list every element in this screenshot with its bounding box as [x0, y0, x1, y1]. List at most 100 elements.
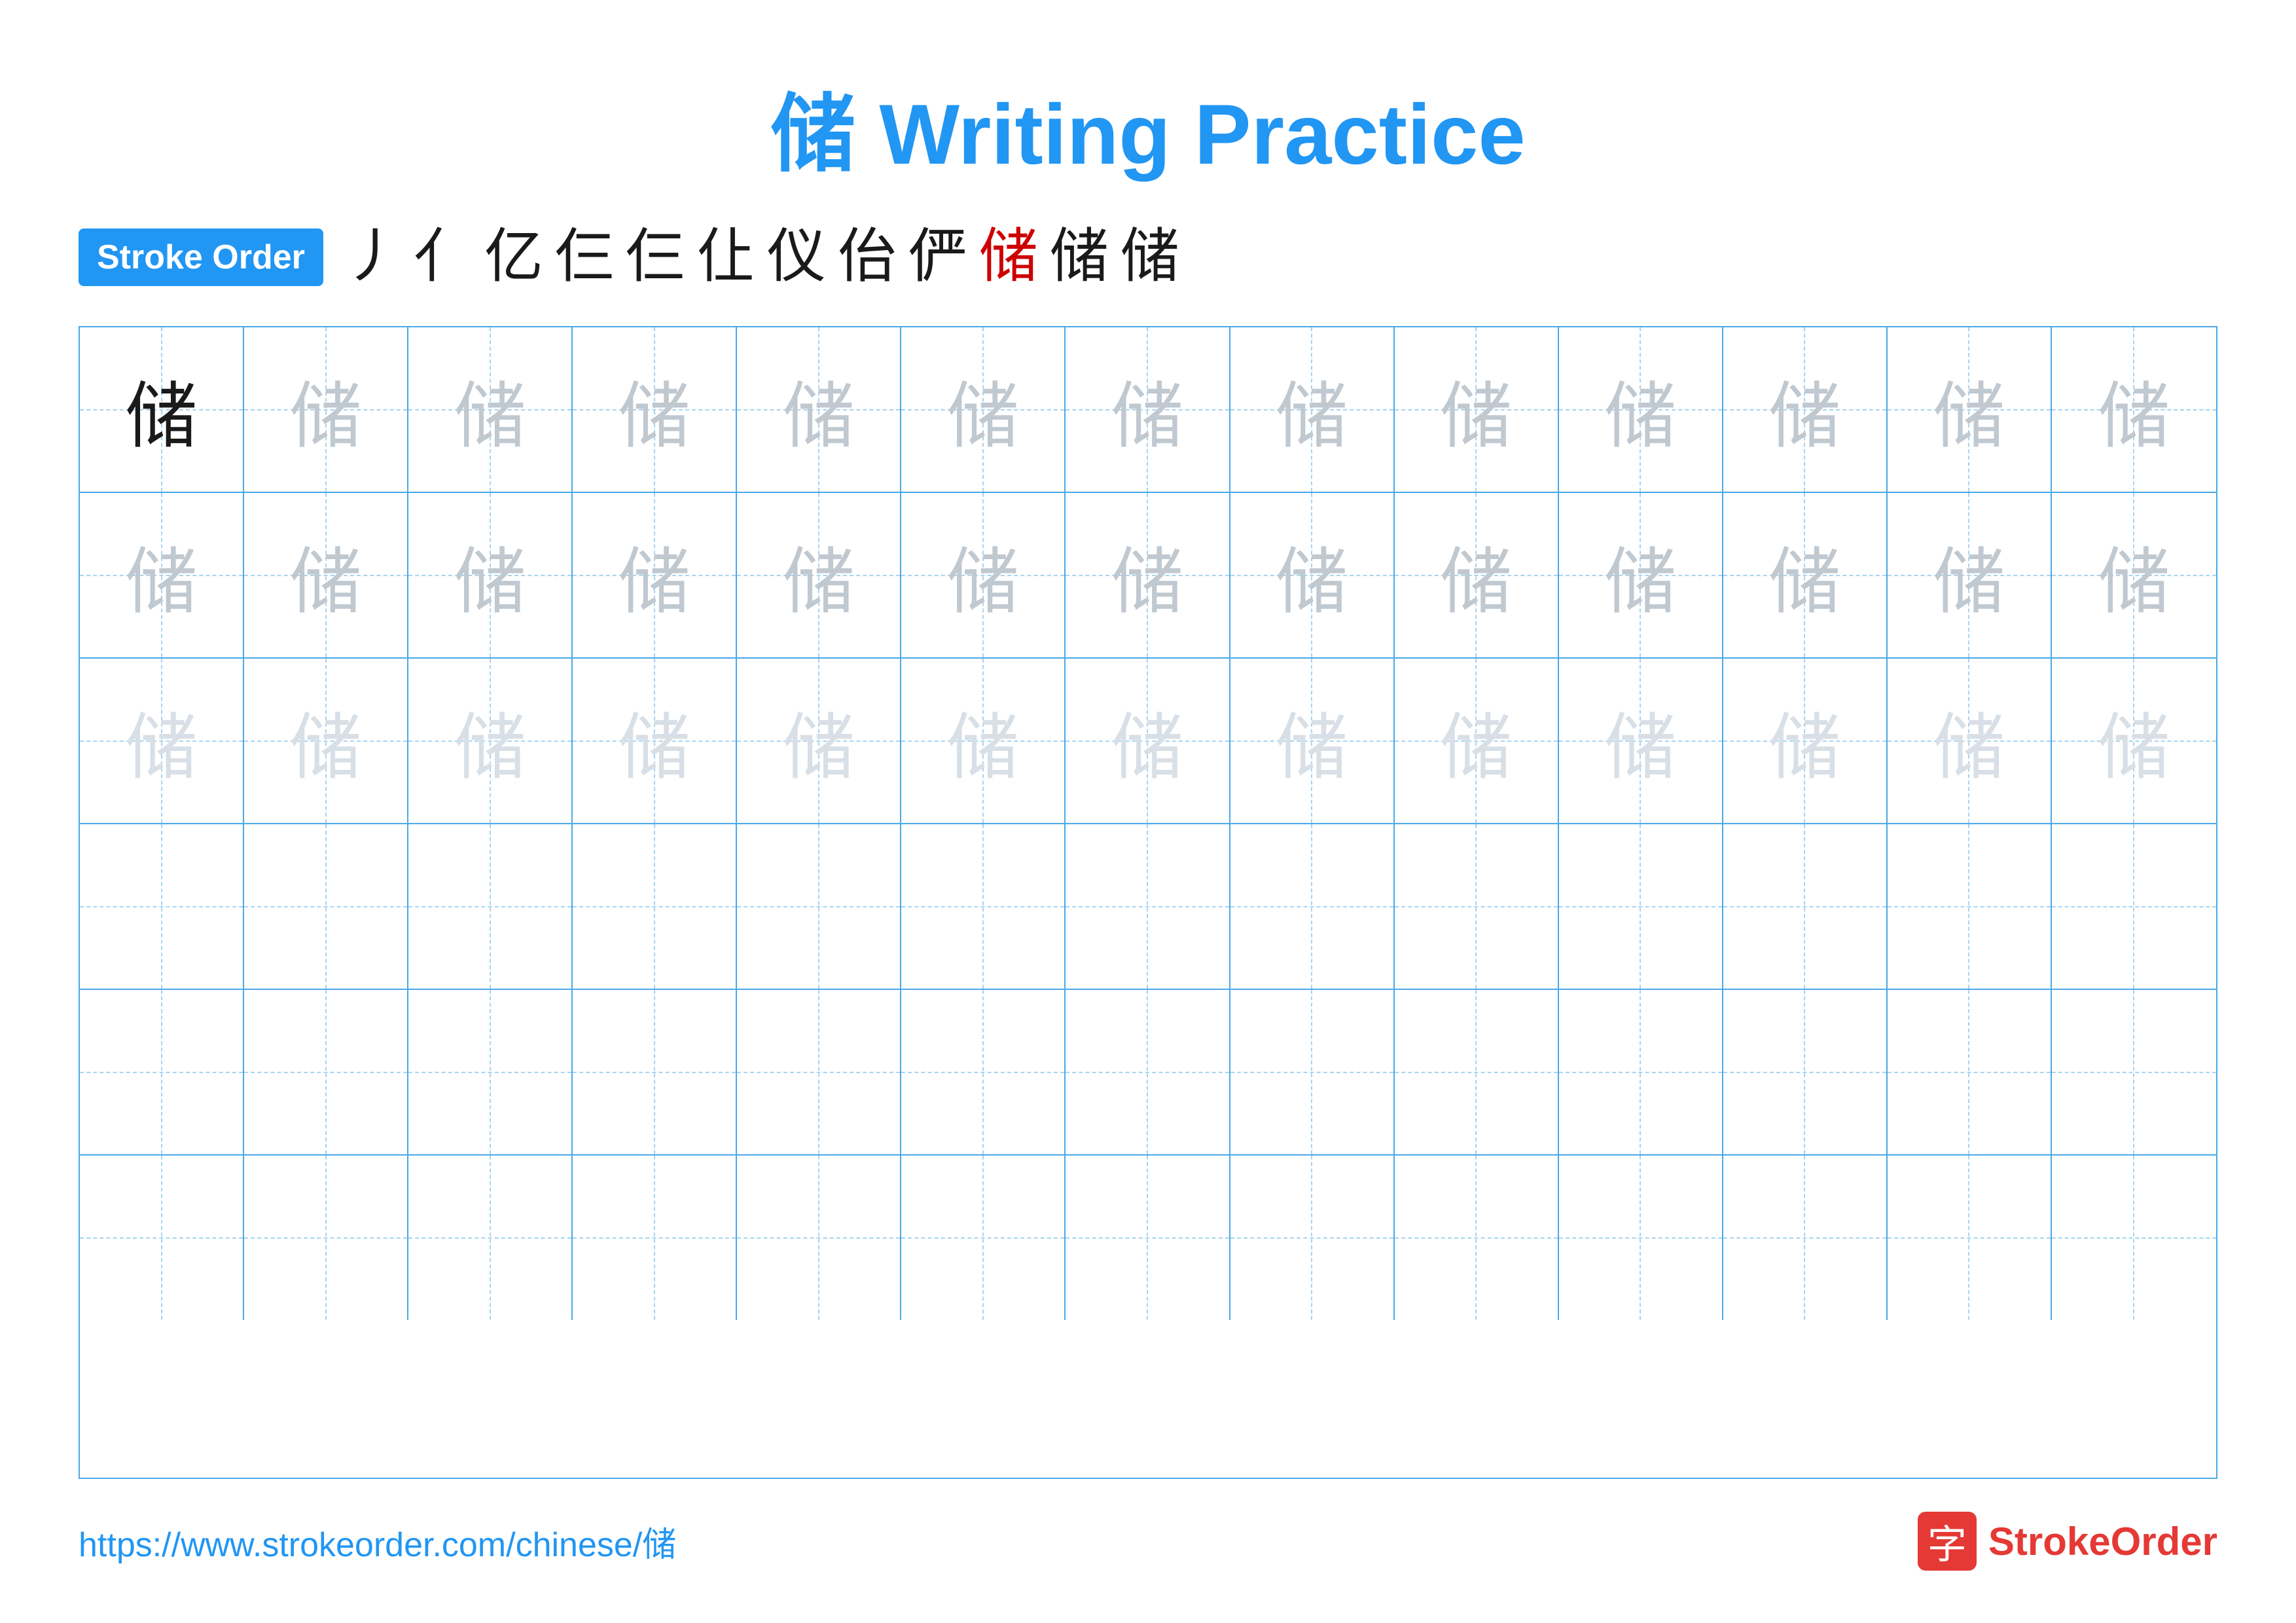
- grid-cell-2-4[interactable]: 储: [737, 659, 901, 823]
- page-title: 储 Writing Practice: [770, 65, 1525, 189]
- cell-char-2-1: 储: [290, 689, 362, 793]
- grid-cell-2-3[interactable]: 储: [573, 659, 737, 823]
- grid-cell-1-6[interactable]: 储: [1066, 493, 1230, 657]
- grid-cell-4-10[interactable]: [1723, 990, 1888, 1154]
- grid-cell-5-2[interactable]: [408, 1156, 573, 1320]
- grid-cell-1-1[interactable]: 储: [244, 493, 408, 657]
- grid-cell-5-3[interactable]: [573, 1156, 737, 1320]
- grid-cell-2-7[interactable]: 储: [1230, 659, 1395, 823]
- grid-cell-0-1[interactable]: 储: [244, 327, 408, 492]
- grid-cell-4-6[interactable]: [1066, 990, 1230, 1154]
- grid-cell-1-10[interactable]: 储: [1723, 493, 1888, 657]
- grid-cell-5-11[interactable]: [1888, 1156, 2052, 1320]
- grid-cell-5-10[interactable]: [1723, 1156, 1888, 1320]
- grid-cell-4-12[interactable]: [2052, 990, 2216, 1154]
- grid-cell-1-5[interactable]: 储: [901, 493, 1066, 657]
- grid-cell-5-4[interactable]: [737, 1156, 901, 1320]
- stroke-order-row: Stroke Order 丿亻亿仨仨仩仪佁俨储储储: [79, 228, 2217, 287]
- grid-cell-1-8[interactable]: 储: [1395, 493, 1559, 657]
- grid-cell-0-9[interactable]: 储: [1559, 327, 1723, 492]
- grid-cell-3-12[interactable]: [2052, 824, 2216, 989]
- grid-cell-0-2[interactable]: 储: [408, 327, 573, 492]
- grid-cell-5-0[interactable]: [80, 1156, 244, 1320]
- grid-cell-3-10[interactable]: [1723, 824, 1888, 989]
- grid-cell-3-3[interactable]: [573, 824, 737, 989]
- grid-cell-1-12[interactable]: 储: [2052, 493, 2216, 657]
- cell-char-2-5: 储: [947, 689, 1019, 793]
- stroke-step-0: 丿: [343, 228, 402, 287]
- grid-cell-3-8[interactable]: [1395, 824, 1559, 989]
- grid-cell-2-0[interactable]: 储: [80, 659, 244, 823]
- grid-cell-2-2[interactable]: 储: [408, 659, 573, 823]
- grid-cell-1-11[interactable]: 储: [1888, 493, 2052, 657]
- grid-cell-4-3[interactable]: [573, 990, 737, 1154]
- grid-cell-0-12[interactable]: 储: [2052, 327, 2216, 492]
- cell-char-1-7: 储: [1276, 523, 1348, 628]
- grid-cell-0-10[interactable]: 储: [1723, 327, 1888, 492]
- cell-char-0-7: 储: [1276, 357, 1348, 462]
- grid-cell-0-6[interactable]: 储: [1066, 327, 1230, 492]
- grid-cell-3-5[interactable]: [901, 824, 1066, 989]
- grid-cell-1-9[interactable]: 储: [1559, 493, 1723, 657]
- grid-row-4: [80, 990, 2216, 1156]
- grid-cell-4-7[interactable]: [1230, 990, 1395, 1154]
- grid-cell-2-12[interactable]: 储: [2052, 659, 2216, 823]
- cell-char-1-0: 储: [126, 523, 198, 628]
- grid-cell-5-8[interactable]: [1395, 1156, 1559, 1320]
- grid-cell-0-5[interactable]: 储: [901, 327, 1066, 492]
- grid-cell-2-5[interactable]: 储: [901, 659, 1066, 823]
- grid-cell-3-2[interactable]: [408, 824, 573, 989]
- grid-cell-5-1[interactable]: [244, 1156, 408, 1320]
- grid-cell-0-3[interactable]: 储: [573, 327, 737, 492]
- grid-cell-4-0[interactable]: [80, 990, 244, 1154]
- grid-cell-0-7[interactable]: 储: [1230, 327, 1395, 492]
- stroke-order-badge: Stroke Order: [79, 228, 323, 286]
- stroke-step-5: 仩: [696, 228, 755, 287]
- grid-cell-4-9[interactable]: [1559, 990, 1723, 1154]
- cell-char-1-2: 储: [454, 523, 526, 628]
- grid-cell-2-6[interactable]: 储: [1066, 659, 1230, 823]
- grid-cell-4-2[interactable]: [408, 990, 573, 1154]
- grid-cell-5-5[interactable]: [901, 1156, 1066, 1320]
- stroke-step-1: 亻: [414, 228, 473, 287]
- grid-cell-5-12[interactable]: [2052, 1156, 2216, 1320]
- cell-char-0-11: 储: [1933, 357, 2005, 462]
- cell-char-2-6: 储: [1111, 689, 1183, 793]
- grid-cell-4-4[interactable]: [737, 990, 901, 1154]
- grid-cell-4-5[interactable]: [901, 990, 1066, 1154]
- grid-cell-2-1[interactable]: 储: [244, 659, 408, 823]
- grid-cell-3-9[interactable]: [1559, 824, 1723, 989]
- grid-row-1: 储储储储储储储储储储储储储: [80, 493, 2216, 659]
- grid-cell-2-9[interactable]: 储: [1559, 659, 1723, 823]
- grid-cell-4-8[interactable]: [1395, 990, 1559, 1154]
- grid-row-3: [80, 824, 2216, 990]
- grid-cell-3-1[interactable]: [244, 824, 408, 989]
- grid-cell-0-8[interactable]: 储: [1395, 327, 1559, 492]
- grid-cell-0-4[interactable]: 储: [737, 327, 901, 492]
- grid-cell-2-10[interactable]: 储: [1723, 659, 1888, 823]
- grid-cell-3-6[interactable]: [1066, 824, 1230, 989]
- grid-cell-3-11[interactable]: [1888, 824, 2052, 989]
- stroke-step-3: 仨: [555, 228, 614, 287]
- grid-cell-5-9[interactable]: [1559, 1156, 1723, 1320]
- grid-cell-4-1[interactable]: [244, 990, 408, 1154]
- grid-cell-5-6[interactable]: [1066, 1156, 1230, 1320]
- grid-cell-3-7[interactable]: [1230, 824, 1395, 989]
- grid-cell-0-0[interactable]: 储: [80, 327, 244, 492]
- grid-cell-2-11[interactable]: 储: [1888, 659, 2052, 823]
- stroke-step-9: 储: [979, 228, 1038, 287]
- grid-cell-3-4[interactable]: [737, 824, 901, 989]
- footer-url[interactable]: https://www.strokeorder.com/chinese/储: [79, 1517, 676, 1566]
- cell-char-1-12: 储: [2098, 523, 2170, 628]
- grid-cell-1-7[interactable]: 储: [1230, 493, 1395, 657]
- grid-cell-1-3[interactable]: 储: [573, 493, 737, 657]
- grid-cell-0-11[interactable]: 储: [1888, 327, 2052, 492]
- grid-cell-2-8[interactable]: 储: [1395, 659, 1559, 823]
- grid-cell-1-4[interactable]: 储: [737, 493, 901, 657]
- stroke-step-7: 佁: [838, 228, 897, 287]
- grid-cell-4-11[interactable]: [1888, 990, 2052, 1154]
- grid-cell-1-2[interactable]: 储: [408, 493, 573, 657]
- grid-cell-3-0[interactable]: [80, 824, 244, 989]
- grid-cell-5-7[interactable]: [1230, 1156, 1395, 1320]
- grid-cell-1-0[interactable]: 储: [80, 493, 244, 657]
